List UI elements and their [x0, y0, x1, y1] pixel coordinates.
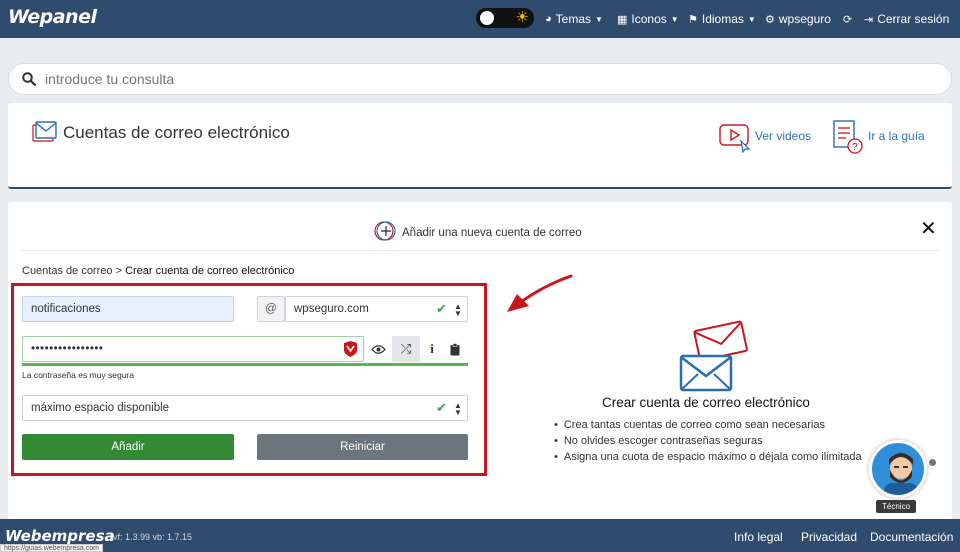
logout-button[interactable]: ⇥ Cerrar sesión: [864, 0, 949, 38]
reset-button[interactable]: Reiniciar: [257, 434, 468, 460]
clipboard-icon[interactable]: [441, 336, 469, 362]
close-icon[interactable]: ✕: [920, 216, 937, 241]
quota-value: máximo espacio disponible: [31, 402, 170, 414]
sun-icon: ☀: [515, 9, 529, 26]
wepanel-logo[interactable]: Wepanel: [8, 6, 97, 28]
breadcrumb-current: Crear cuenta de correo electrónico: [125, 265, 295, 277]
password-value: ••••••••••••••••: [31, 343, 104, 355]
caret-down-icon: ▼: [595, 14, 603, 24]
password-strength-bar: [22, 363, 468, 366]
refresh-button[interactable]: ⟳: [843, 0, 856, 38]
plus-circle-icon: [372, 219, 398, 246]
breadcrumb: Cuentas de correo > Crear cuenta de corr…: [22, 265, 294, 277]
mail-icon: [32, 121, 58, 148]
user-gear-icon: ⚙: [765, 13, 775, 26]
themes-label: Temas: [555, 12, 591, 26]
toggle-knob: [480, 11, 494, 25]
webempresa-logo[interactable]: Webempresa: [5, 527, 115, 545]
guide-link[interactable]: Ir a la guía: [868, 129, 925, 143]
refresh-icon: ⟳: [843, 13, 853, 26]
footer: Webempresa vf: 1.3.99 vb: 1.7.15 Info le…: [0, 519, 960, 552]
search-input[interactable]: [45, 71, 925, 87]
flag-icon: ⚑: [688, 13, 698, 26]
page-title: Cuentas de correo electrónico: [63, 123, 290, 142]
add-button[interactable]: Añadir: [22, 434, 234, 460]
select-arrows-icon: ▲ ▼: [454, 401, 462, 417]
envelopes-illustration: [676, 320, 756, 397]
generate-password-shuffle-icon[interactable]: ⤮: [392, 336, 420, 362]
show-password-icon[interactable]: [364, 336, 392, 362]
search-bar: [8, 63, 952, 95]
add-new-account-heading: Añadir una nueva cuenta de correo: [372, 219, 582, 246]
domain-value: wpseguro.com: [294, 303, 369, 315]
version-text: vf: 1.3.99 vb: 1.7.15: [113, 532, 193, 542]
languages-label: Idiomas: [701, 12, 744, 26]
icons-grid-icon: ▦: [617, 13, 628, 26]
check-icon: ✔: [436, 301, 447, 316]
caret-down-icon: ▼: [670, 14, 679, 24]
docs-link[interactable]: Documentación: [870, 530, 953, 544]
video-icon: [719, 123, 753, 156]
icons-menu[interactable]: ▦ Iconos ▼: [617, 0, 679, 38]
logout-label: Cerrar sesión: [877, 12, 950, 26]
languages-menu[interactable]: ⚑ Idiomas ▼: [688, 0, 756, 38]
password-strength-message: La contraseña es muy segura: [22, 370, 134, 380]
domain-select[interactable]: wpseguro.com ✔ ▲ ▼: [285, 296, 468, 322]
themes-menu[interactable]: ◕ Temas ▼: [545, 0, 603, 38]
status-bar-url: https://guias.webempresa.com: [0, 544, 103, 552]
search-icon: [19, 72, 39, 86]
password-manager-icon: [343, 341, 358, 360]
privacy-link[interactable]: Privacidad: [801, 530, 857, 544]
red-arrow-annotation: [503, 272, 575, 317]
select-arrows-icon: ▲ ▼: [454, 302, 462, 318]
user-menu[interactable]: ⚙ wpseguro: [765, 0, 831, 38]
info-title: Crear cuenta de correo electrónico: [602, 395, 810, 410]
top-navbar: Wepanel ☀ ◕ Temas ▼ ▦ Iconos ▼ ⚑ Idiomas…: [0, 0, 960, 38]
user-label: wpseguro: [778, 12, 831, 26]
username-field[interactable]: notificaciones: [22, 296, 234, 322]
icons-label: Iconos: [631, 12, 667, 26]
info-tip: Crea tantas cuentas de correo como sean …: [554, 417, 944, 433]
guide-icon: ?: [831, 119, 865, 158]
dark-mode-toggle[interactable]: ☀: [476, 8, 534, 28]
svg-text:?: ?: [852, 142, 858, 153]
add-new-label: Añadir una nueva cuenta de correo: [402, 226, 582, 239]
password-field[interactable]: ••••••••••••••••: [22, 336, 364, 362]
create-account-panel: Añadir una nueva cuenta de correo ✕ Cuen…: [8, 202, 952, 520]
support-label: Técnico: [876, 500, 917, 513]
caret-down-icon: ▼: [747, 14, 756, 24]
check-icon: ✔: [436, 400, 447, 415]
support-avatar[interactable]: [869, 440, 927, 498]
palette-icon: ◕: [545, 13, 552, 25]
legal-link[interactable]: Info legal: [734, 530, 783, 544]
breadcrumb-parent[interactable]: Cuentas de correo: [22, 265, 113, 277]
page-header-card: Cuentas de correo electrónico Ver videos…: [8, 103, 952, 189]
status-dot: [927, 457, 938, 468]
at-sign-addon: @: [257, 296, 285, 322]
divider: [22, 250, 938, 251]
videos-link[interactable]: Ver videos: [755, 129, 811, 143]
breadcrumb-separator: >: [115, 265, 122, 277]
quota-select[interactable]: máximo espacio disponible ✔ ▲ ▼: [22, 395, 468, 421]
logout-icon: ⇥: [864, 13, 874, 26]
